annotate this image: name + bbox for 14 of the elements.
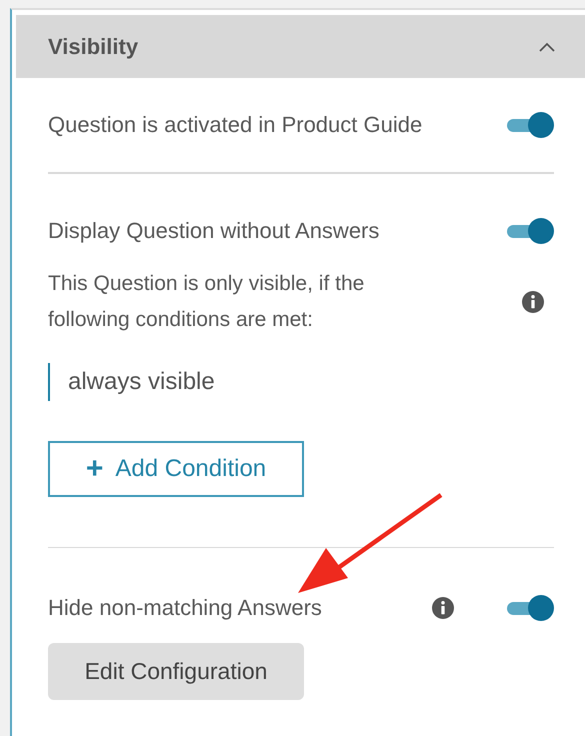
- toggle-switch[interactable]: [507, 218, 554, 244]
- add-condition-button[interactable]: + Add Condition: [48, 440, 304, 496]
- edit-configuration-button[interactable]: Edit Configuration: [48, 643, 304, 700]
- info-icon[interactable]: [522, 290, 544, 312]
- condition-note: This Question is only visible, if the following conditions are met:: [48, 270, 366, 332]
- chevron-icon[interactable]: [539, 42, 555, 52]
- setting-label: Hide non-matching Answers: [48, 595, 323, 621]
- toggle-switch[interactable]: [507, 595, 554, 621]
- section-header[interactable]: Visibility: [16, 15, 585, 78]
- setting-label: Question is activated in Product Guide: [48, 112, 422, 138]
- condition-item: always visible: [48, 362, 554, 400]
- info-icon[interactable]: [432, 597, 454, 619]
- toggle-switch[interactable]: [507, 112, 554, 138]
- setting-label: Display Question without Answers: [48, 218, 380, 244]
